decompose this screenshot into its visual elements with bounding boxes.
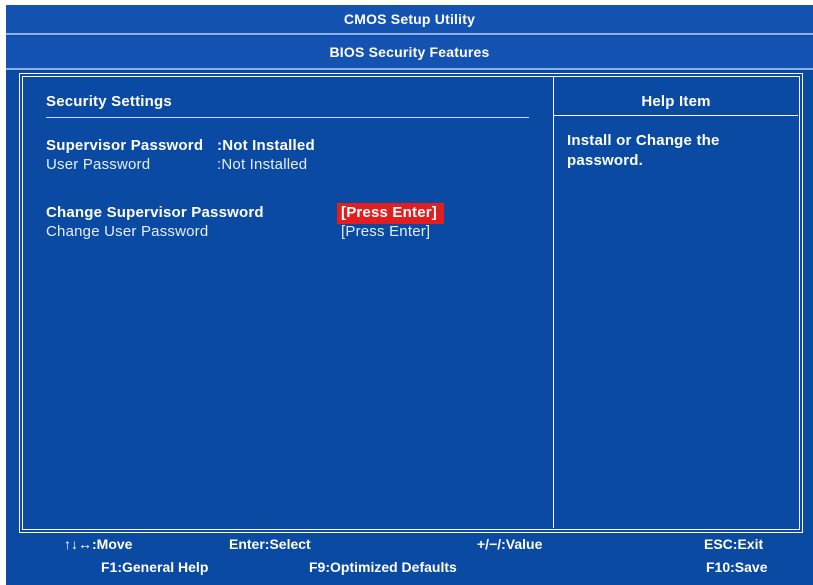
change-supervisor-password-item[interactable]: Change Supervisor Password <box>46 204 264 221</box>
optimized-defaults-hint: F9:Optimized Defaults <box>309 559 457 575</box>
help-title-divider <box>554 115 798 116</box>
bios-screen: CMOS Setup Utility BIOS Security Feature… <box>6 5 813 585</box>
app-title: CMOS Setup Utility <box>6 5 813 35</box>
help-title: Help Item <box>641 93 711 110</box>
exit-hint: ESC:Exit <box>704 536 764 552</box>
change-user-password-value[interactable]: [Press Enter] <box>341 223 430 240</box>
move-hint-label: :Move <box>92 536 133 552</box>
panel-divider <box>553 77 554 528</box>
value-hint: +/−/:Value <box>477 536 543 552</box>
help-text-line-1: Install or Change the <box>567 132 720 149</box>
change-user-password-item[interactable]: Change User Password <box>46 223 208 240</box>
general-help-hint: F1:General Help <box>101 559 209 575</box>
supervisor-password-status: :Not Installed <box>217 137 315 154</box>
supervisor-password-label: Supervisor Password <box>46 137 204 154</box>
arrow-keys-icon: ↑↓↔ <box>64 536 92 552</box>
section-title-divider <box>46 117 529 118</box>
change-supervisor-password-value[interactable]: [Press Enter] <box>341 204 437 221</box>
user-password-status: :Not Installed <box>217 156 308 173</box>
help-text-line-2: password. <box>567 152 643 169</box>
user-password-label: User Password <box>46 156 151 173</box>
save-hint: F10:Save <box>706 559 768 575</box>
move-hint: ↑↓↔:Move <box>64 536 132 552</box>
section-title: Security Settings <box>46 93 172 110</box>
select-hint: Enter:Select <box>229 536 311 552</box>
page-title: BIOS Security Features <box>6 36 813 70</box>
